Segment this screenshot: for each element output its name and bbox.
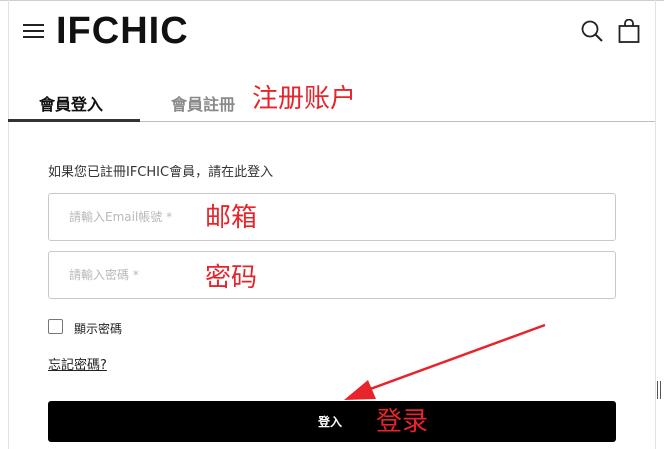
top-border — [0, 0, 664, 1]
left-border — [8, 0, 9, 449]
search-icon[interactable] — [581, 20, 603, 42]
login-button-label: 登入 — [318, 415, 343, 429]
show-password-checkbox[interactable] — [48, 319, 63, 334]
tab-divider — [140, 121, 655, 122]
logo[interactable]: IFCHIC — [56, 10, 189, 52]
active-tab-underline — [8, 119, 140, 122]
right-border — [655, 0, 656, 449]
scrollbar-grip-icon[interactable] — [657, 381, 662, 399]
login-button[interactable]: 登入 — [48, 401, 616, 442]
password-field[interactable] — [48, 251, 616, 299]
forgot-password-link[interactable]: 忘記密碼? — [48, 354, 107, 373]
tab-register-label: 會員註冊 — [171, 95, 236, 114]
hamburger-menu-icon[interactable] — [23, 24, 44, 39]
tab-login[interactable]: 會員登入 — [8, 80, 140, 122]
login-intro-text: 如果您已註冊IFCHIC會員，請在此登入 — [48, 165, 274, 180]
show-password-label: 顯示密碼 — [74, 322, 123, 336]
annotation-email: 邮箱 — [205, 203, 258, 233]
annotation-register: 注册账户 — [252, 84, 357, 114]
tab-login-label: 會員登入 — [39, 95, 104, 114]
shopping-bag-icon[interactable] — [618, 19, 640, 43]
annotation-login: 登录 — [376, 407, 429, 437]
annotation-password: 密码 — [205, 263, 258, 293]
annotation-arrow-icon — [344, 323, 546, 400]
email-field[interactable] — [48, 193, 616, 241]
